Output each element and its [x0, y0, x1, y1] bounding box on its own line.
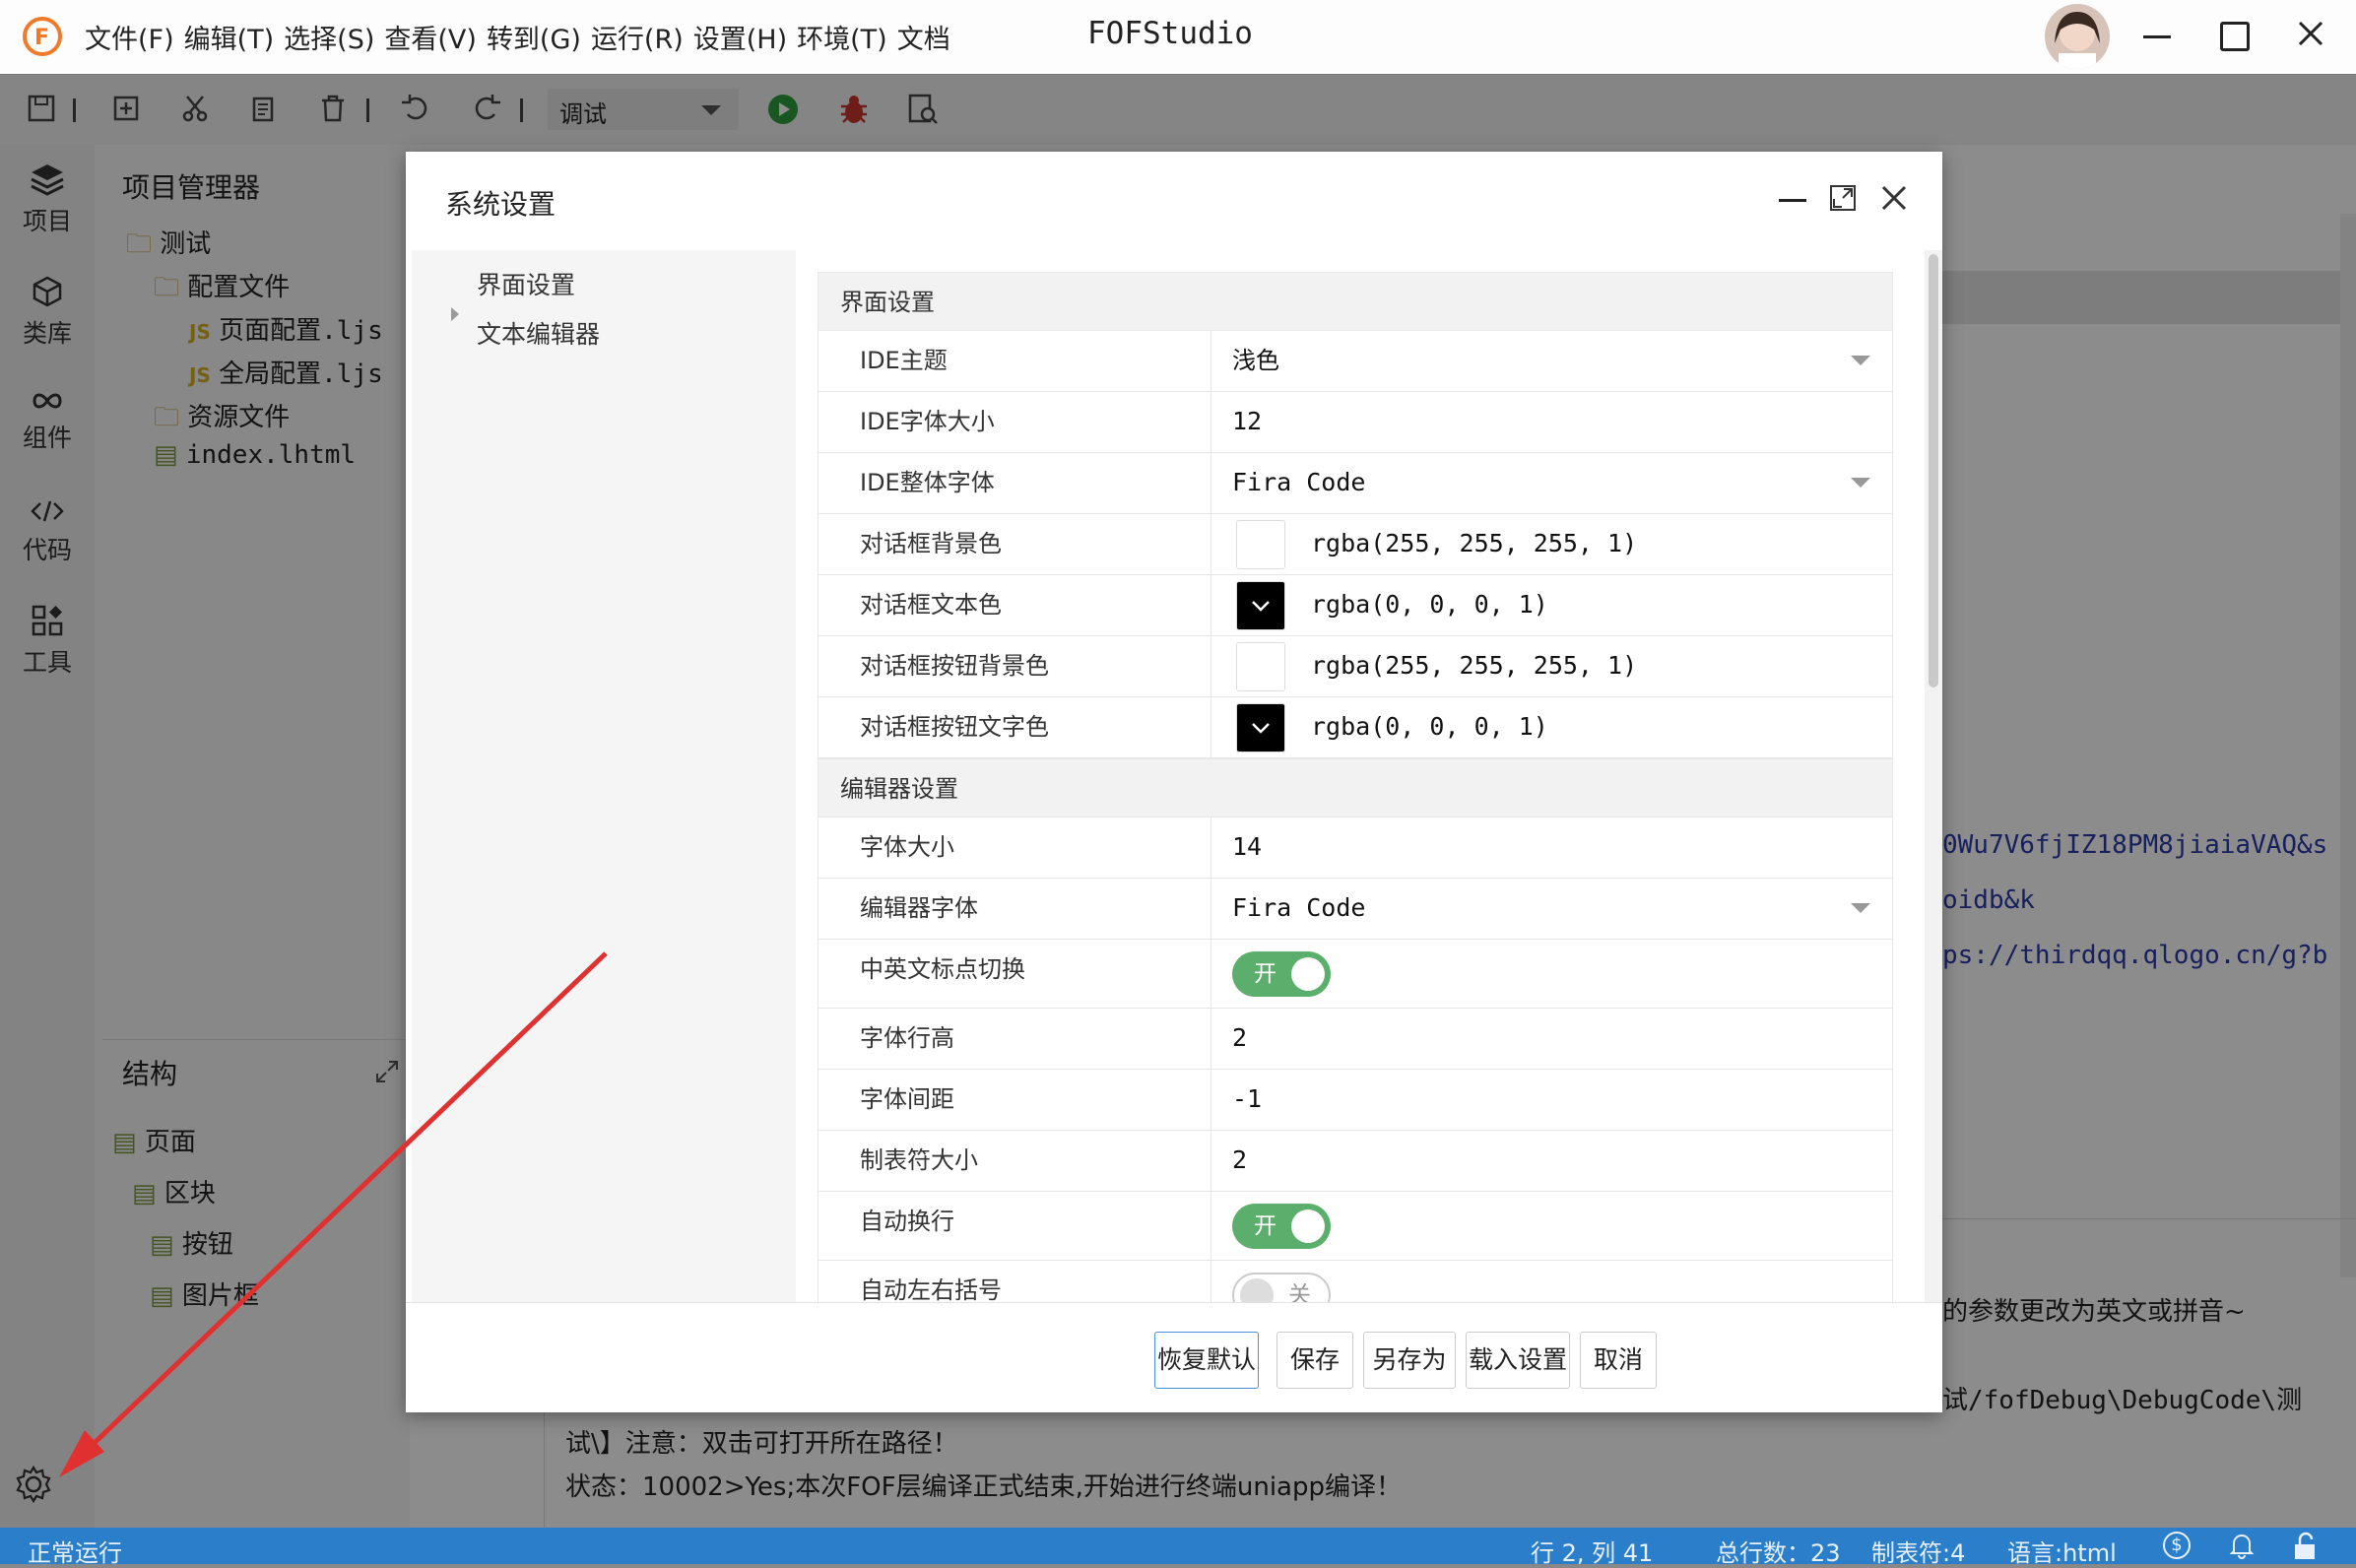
annotation-arrow — [59, 951, 608, 1477]
